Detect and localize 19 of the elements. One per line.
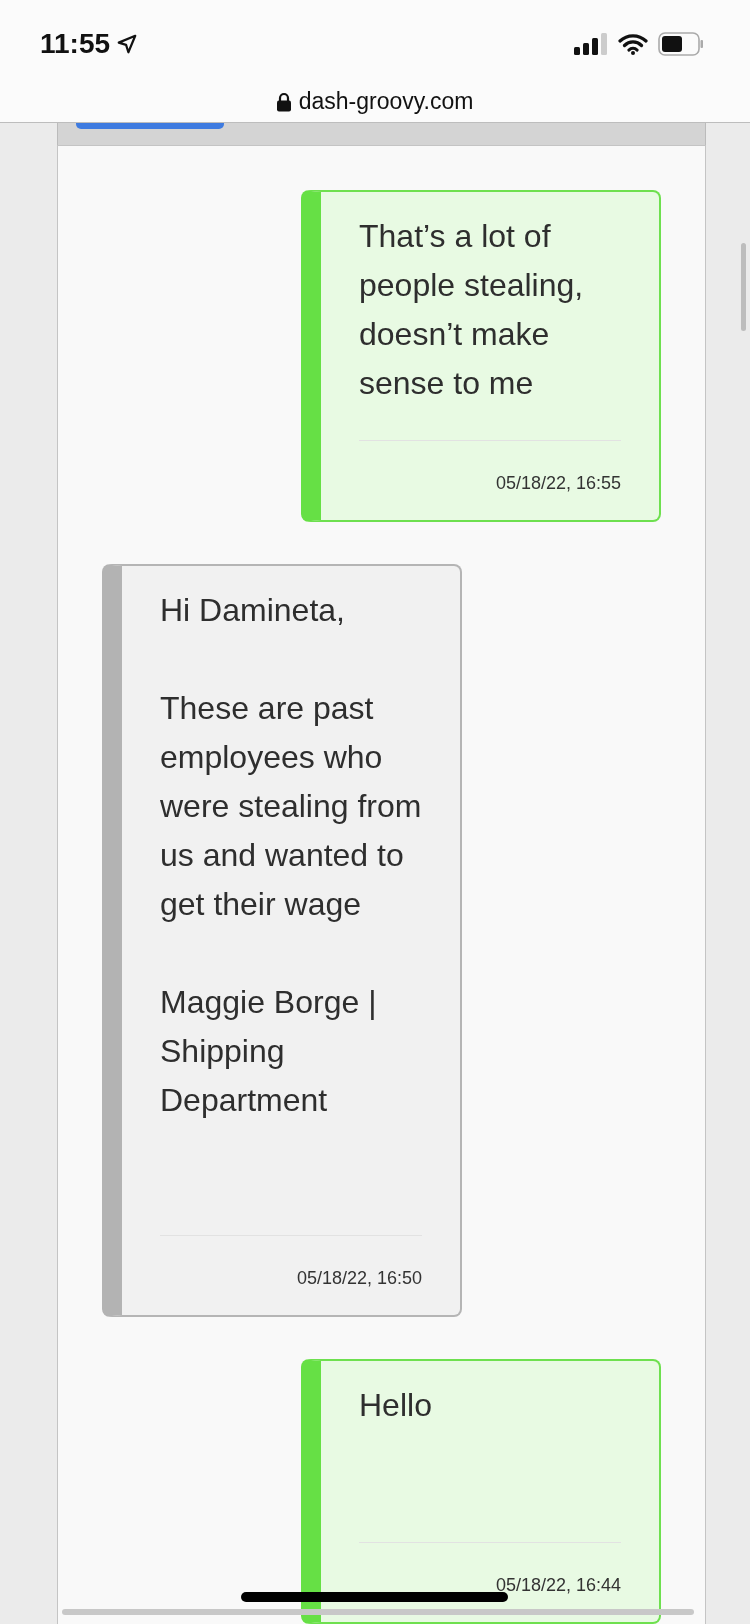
lock-icon (276, 91, 291, 112)
scroll-bar[interactable] (741, 243, 746, 331)
message-text: That’s a lot of people stealing, doesn’t make sense to me (359, 217, 585, 403)
message-text: Hello (359, 1386, 433, 1425)
wifi-icon (618, 33, 648, 55)
message-text: Maggie Borge | Shipping Department (160, 983, 378, 1120)
location-arrow-icon (116, 33, 139, 55)
message-text: These are past employees who were stealing from us and wanted to get their wage (160, 689, 422, 924)
tab-button[interactable] (76, 123, 224, 129)
battery-icon (658, 32, 704, 56)
message-timestamp: 05/18/22, 16:55 (495, 473, 621, 494)
status-time: 11:55 (40, 28, 111, 60)
message-timestamp: 05/18/22, 16:44 (495, 1575, 621, 1596)
home-indicator[interactable] (241, 1592, 508, 1602)
horizontal-scroll-bar[interactable] (62, 1609, 694, 1615)
url-text[interactable]: dash-groovy.com (298, 88, 474, 115)
message-timestamp: 05/18/22, 16:50 (296, 1268, 422, 1289)
message-text: Hi Damineta, (160, 591, 346, 630)
signal-icon (574, 33, 608, 55)
